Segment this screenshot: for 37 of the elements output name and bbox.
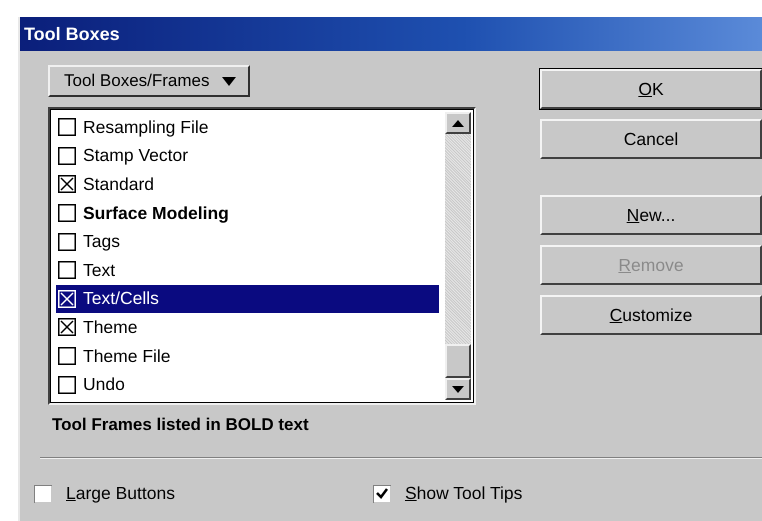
window-title: Tool Boxes — [24, 24, 120, 44]
list-item[interactable]: Text — [56, 256, 439, 285]
list-item[interactable]: Standard — [56, 170, 439, 199]
list-item[interactable]: Stamp Vector — [56, 142, 439, 170]
list-item[interactable]: Resampling File — [56, 113, 439, 142]
checkbox[interactable] — [58, 318, 76, 336]
scroll-up-button[interactable] — [445, 112, 471, 134]
checkbox[interactable] — [58, 146, 76, 165]
scrollbar[interactable] — [445, 112, 471, 400]
dropdown-button[interactable]: Tool Boxes/Frames — [48, 65, 250, 97]
list-item[interactable]: Text/Cells — [56, 284, 439, 314]
checkbox[interactable] — [58, 175, 76, 194]
scroll-down-button[interactable] — [445, 378, 471, 400]
scroll-thumb[interactable] — [445, 344, 471, 378]
up-arrow-icon — [452, 120, 464, 126]
caret-icon — [222, 76, 236, 86]
checkbox[interactable] — [58, 204, 76, 222]
list-item[interactable]: Theme File — [56, 342, 439, 370]
checkbox[interactable] — [34, 484, 52, 502]
dialog-button[interactable]: OK — [540, 69, 762, 109]
hint-text: Tool Frames listed in BOLD text — [51, 415, 310, 435]
down-arrow-icon — [452, 386, 464, 392]
list-item[interactable]: Theme — [56, 313, 439, 342]
list-item[interactable]: Undo — [56, 370, 439, 399]
checkbox[interactable] — [58, 347, 76, 366]
list-item[interactable]: Surface Modeling — [56, 198, 439, 228]
checkbox[interactable] — [58, 118, 76, 136]
list-item[interactable]: Tags — [56, 227, 439, 256]
dialog-button[interactable]: Cancel — [540, 119, 762, 159]
dialog-button[interactable]: Customize — [540, 295, 762, 335]
checkbox-label[interactable]: Large Buttons — [66, 483, 175, 504]
dialog-button[interactable]: New... — [540, 195, 762, 235]
checkbox[interactable] — [58, 261, 76, 280]
checkbox[interactable] — [372, 484, 391, 502]
checkbox[interactable] — [58, 232, 76, 251]
checkbox[interactable] — [58, 376, 76, 394]
checkbox-label[interactable]: Show Tool Tips — [404, 483, 522, 504]
